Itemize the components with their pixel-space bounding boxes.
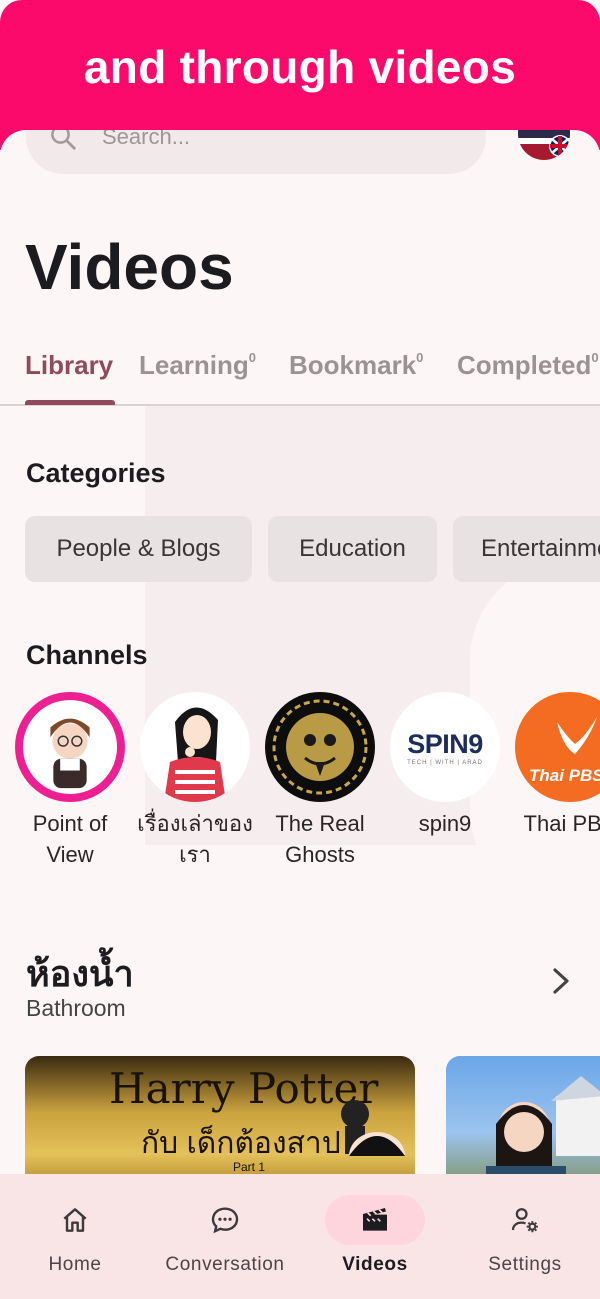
nav-pill xyxy=(475,1195,575,1245)
active-tab-indicator xyxy=(25,400,115,405)
clapperboard-icon xyxy=(363,1208,387,1231)
channel-item[interactable]: เรื่องเล่าของเรา xyxy=(135,692,255,870)
channel-item[interactable]: The Real Ghosts xyxy=(260,692,380,870)
nav-item-home[interactable]: Home xyxy=(0,1174,150,1299)
channel-avatar-story xyxy=(140,692,250,802)
app-screen: Search... Videos Library Learning0 Bookm… xyxy=(0,130,600,1299)
nav-pill xyxy=(325,1195,425,1245)
promo-banner: and through videos xyxy=(0,0,600,150)
category-chip-entertainment[interactable]: Entertainment xyxy=(453,516,600,582)
nav-label: Home xyxy=(48,1254,102,1275)
nav-item-videos[interactable]: Videos xyxy=(300,1174,450,1299)
nav-label: Videos xyxy=(342,1254,408,1275)
nav-pill xyxy=(175,1195,275,1245)
search-placeholder: Search... xyxy=(102,130,191,149)
thumbnail-character-icon xyxy=(341,1100,405,1156)
nav-label: Conversation xyxy=(165,1254,285,1275)
channel-avatar-thai-pbs: Thai PBS xyxy=(515,692,600,802)
thai-pbs-logo-text: Thai PBS xyxy=(529,766,600,785)
channel-name: Thai PBS xyxy=(523,811,600,836)
channel-item[interactable]: Thai PBS Thai PBS xyxy=(510,692,600,839)
tab-bookmark-label: Bookmark xyxy=(289,350,417,380)
user-settings-icon xyxy=(511,1208,538,1233)
point-of-view-logo-icon xyxy=(22,699,118,795)
search-bar[interactable]: Search... xyxy=(26,130,486,174)
chat-icon xyxy=(211,1207,239,1234)
category-chip-education[interactable]: Education xyxy=(268,516,437,582)
category-chip-people-blogs[interactable]: People & Blogs xyxy=(25,516,252,582)
nav-item-conversation[interactable]: Conversation xyxy=(150,1174,300,1299)
channel-name: spin9 xyxy=(418,811,472,836)
tab-bar: Library Learning0 Bookmark0 Completed0 xyxy=(0,340,600,406)
search-icon xyxy=(51,130,76,150)
thai-uk-flag-icon xyxy=(518,130,570,160)
tab-completed[interactable]: Completed0 xyxy=(457,350,599,381)
channel-name: Point of View xyxy=(32,811,108,867)
tab-completed-count: 0 xyxy=(591,350,599,366)
nav-pill xyxy=(25,1195,125,1245)
thumbnail-part: Part 1 xyxy=(233,1160,266,1174)
tab-library-label: Library xyxy=(25,350,114,380)
tab-completed-label: Completed xyxy=(457,350,592,380)
channel-item[interactable]: Point of View xyxy=(10,692,130,870)
page-title: Videos xyxy=(25,231,234,303)
tab-library[interactable]: Library xyxy=(25,350,113,381)
spin9-logo-text: SPIN9 xyxy=(407,728,483,759)
categories-heading: Categories xyxy=(26,458,166,488)
tab-learning[interactable]: Learning0 xyxy=(139,350,256,381)
channel-name: เรื่องเล่าของเรา xyxy=(137,811,253,867)
tab-learning-count: 0 xyxy=(248,350,257,366)
section-subtitle: Bathroom xyxy=(26,995,126,1021)
spin9-logo-subtext: TECH | WITH | ARAD xyxy=(407,759,483,766)
category-chip-label: Education xyxy=(299,535,406,562)
channel-avatar-spin9: SPIN9 TECH | WITH | ARAD xyxy=(390,692,500,802)
channels-heading: Channels xyxy=(26,640,148,670)
tab-bookmark[interactable]: Bookmark0 xyxy=(289,350,423,381)
tab-learning-label: Learning xyxy=(139,350,249,380)
home-icon xyxy=(63,1208,87,1232)
nav-item-settings[interactable]: Settings xyxy=(450,1174,600,1299)
channel-avatar-the-real-ghosts xyxy=(265,692,375,802)
channel-avatar-point-of-view xyxy=(15,692,125,802)
category-chip-label: People & Blogs xyxy=(56,535,221,562)
category-chip-label: Entertainment xyxy=(481,535,600,562)
ghost-mask-logo-icon xyxy=(272,699,368,795)
tab-bookmark-count: 0 xyxy=(416,350,424,366)
language-flag-button[interactable] xyxy=(518,130,570,160)
channel-item[interactable]: SPIN9 TECH | WITH | ARAD spin9 xyxy=(385,692,505,839)
chevron-right-icon[interactable] xyxy=(548,966,574,996)
bottom-navigation: Home Conversation Videos Settings xyxy=(0,1174,600,1299)
cartoon-girl-icon xyxy=(164,707,226,802)
channel-name: The Real Ghosts xyxy=(275,811,365,867)
section-title: ห้องน้ำ xyxy=(26,953,134,994)
nav-label: Settings xyxy=(488,1254,562,1275)
